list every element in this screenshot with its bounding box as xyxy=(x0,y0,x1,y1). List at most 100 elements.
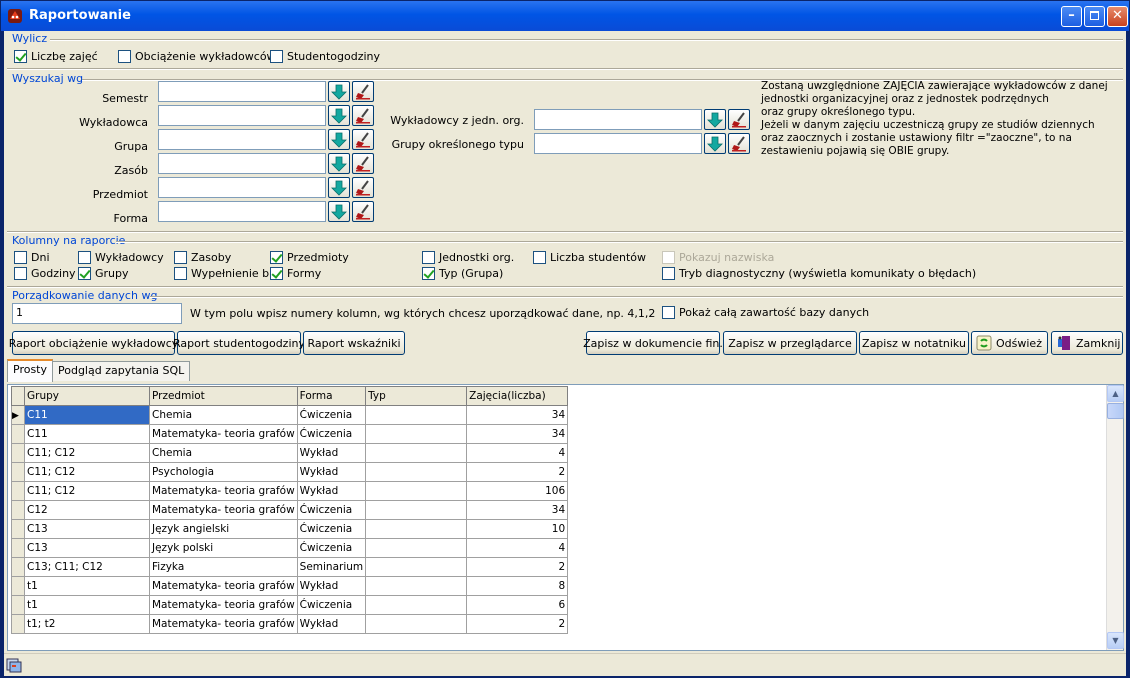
wylicz-option-1[interactable]: Obciążenie wykładowców xyxy=(118,49,276,63)
table-cell[interactable]: Chemia xyxy=(149,405,298,425)
dropdown-button[interactable] xyxy=(704,133,726,154)
table-cell[interactable]: 2 xyxy=(466,614,569,634)
wylicz-option-0[interactable]: Liczbę zajęć xyxy=(14,49,98,63)
dropdown-button[interactable] xyxy=(704,109,726,130)
table-cell[interactable]: C11 xyxy=(24,424,150,444)
table-cell[interactable]: Chemia xyxy=(149,443,298,463)
table-cell[interactable]: Ćwiczenia xyxy=(296,405,367,425)
table-cell[interactable]: C13 xyxy=(24,538,150,558)
table-cell[interactable]: Matematyka- teoria grafów xyxy=(149,481,298,501)
table-cell[interactable]: Ćwiczenia xyxy=(296,500,367,520)
close-button[interactable]: ✕ xyxy=(1107,6,1128,27)
zapisz-dokument-button[interactable]: Zapisz w dokumencie fin. xyxy=(583,331,723,355)
tab-prosty[interactable]: Prosty xyxy=(7,359,54,382)
table-cell[interactable]: Matematyka- teoria grafów xyxy=(149,424,298,444)
raport-wskazniki-button[interactable]: Raport wskaźniki xyxy=(303,331,405,355)
clear-button[interactable] xyxy=(728,133,750,154)
table-cell[interactable] xyxy=(365,614,468,634)
zapisz-przegladarce-button[interactable]: Zapisz w przeglądarce xyxy=(723,331,857,355)
table-cell[interactable]: t1; t2 xyxy=(24,614,150,634)
table-cell[interactable]: C13; C11; C12 xyxy=(24,557,150,577)
table-cell[interactable]: 34 xyxy=(466,500,569,520)
table-cell[interactable]: Wykład xyxy=(296,462,367,482)
filter-input[interactable] xyxy=(158,81,326,102)
table-cell[interactable] xyxy=(365,500,468,520)
table-cell[interactable]: Psychologia xyxy=(149,462,298,482)
table-cell[interactable]: Matematyka- teoria grafów xyxy=(149,614,298,634)
table-cell[interactable] xyxy=(365,595,468,615)
filter-input[interactable] xyxy=(158,153,326,174)
clear-button[interactable] xyxy=(352,177,374,198)
table-cell[interactable]: Wykład xyxy=(296,481,367,501)
table-cell[interactable]: t1 xyxy=(24,576,150,596)
scroll-down-button[interactable]: ▼ xyxy=(1107,632,1124,649)
table-cell[interactable]: Język angielski xyxy=(149,519,298,539)
column-header[interactable]: Typ xyxy=(365,386,468,406)
table-cell[interactable] xyxy=(365,462,468,482)
column-header[interactable]: Grupy xyxy=(24,386,150,406)
kolumny-option-0[interactable]: Dni xyxy=(14,250,50,264)
clear-button[interactable] xyxy=(352,129,374,150)
table-cell[interactable]: 34 xyxy=(466,405,569,425)
sort-order-input[interactable]: 1 xyxy=(12,303,182,324)
table-row[interactable]: C11; C12 Chemia Wykład 4 xyxy=(11,443,569,463)
filter-input[interactable] xyxy=(534,133,702,154)
scroll-thumb[interactable] xyxy=(1107,403,1124,419)
tab-sql-preview[interactable]: Podgląd zapytania SQL xyxy=(52,361,191,381)
kolumny-option-3[interactable]: Grupy xyxy=(78,266,129,280)
table-row[interactable]: C11; C12 Psychologia Wykład 2 xyxy=(11,462,569,482)
clear-button[interactable] xyxy=(352,105,374,126)
table-cell[interactable] xyxy=(365,538,468,558)
title-bar[interactable]: Raportowanie – ✕ xyxy=(1,1,1129,31)
odswiez-button[interactable]: Odśwież xyxy=(971,331,1048,355)
kolumny-option-6[interactable]: Przedmioty xyxy=(270,250,349,264)
table-cell[interactable] xyxy=(365,576,468,596)
table-cell[interactable]: 4 xyxy=(466,538,569,558)
filter-input[interactable] xyxy=(158,129,326,150)
dropdown-button[interactable] xyxy=(328,129,350,150)
filter-input[interactable] xyxy=(158,201,326,222)
raport-studentogodziny-button[interactable]: Raport studentogodziny xyxy=(173,331,305,355)
kolumny-option-4[interactable]: Zasoby xyxy=(174,250,231,264)
kolumny-option-11[interactable]: Pokazuj nazwiska xyxy=(662,250,774,264)
table-row[interactable]: C11; C12 Matematyka- teoria grafów Wykład 1… xyxy=(11,481,569,501)
minimize-button[interactable]: – xyxy=(1061,6,1082,27)
table-row[interactable]: C13; C11; C12 Fizyka Seminarium 2 xyxy=(11,557,569,577)
zamknij-button[interactable]: Zamknij xyxy=(1051,331,1123,355)
table-cell[interactable]: Wykład xyxy=(296,576,367,596)
table-row[interactable]: t1 Matematyka- teoria grafów Wykład 8 xyxy=(11,576,569,596)
table-cell[interactable]: 4 xyxy=(466,443,569,463)
dropdown-button[interactable] xyxy=(328,81,350,102)
zapisz-notatniku-button[interactable]: Zapisz w notatniku xyxy=(859,331,969,355)
table-cell[interactable] xyxy=(365,519,468,539)
table-cell[interactable]: 8 xyxy=(466,576,569,596)
table-cell[interactable]: 10 xyxy=(466,519,569,539)
table-cell[interactable]: Wykład xyxy=(296,614,367,634)
table-cell[interactable]: 34 xyxy=(466,424,569,444)
table-cell[interactable]: C12 xyxy=(24,500,150,520)
table-cell[interactable]: C11; C12 xyxy=(24,462,150,482)
table-cell[interactable]: 2 xyxy=(466,557,569,577)
table-cell[interactable]: C13 xyxy=(24,519,150,539)
table-cell[interactable] xyxy=(365,557,468,577)
table-cell[interactable]: Ćwiczenia xyxy=(296,595,367,615)
scroll-up-button[interactable]: ▲ xyxy=(1107,385,1124,402)
results-grid[interactable]: Grupy Przedmiot Forma Typ Zajęcia(liczba) ▶ C… xyxy=(11,386,569,634)
table-cell[interactable]: 106 xyxy=(466,481,569,501)
clear-button[interactable] xyxy=(352,201,374,222)
kolumny-option-12[interactable]: Tryb diagnostyczny (wyświetla komunikaty… xyxy=(662,266,976,280)
table-cell[interactable] xyxy=(365,443,468,463)
table-cell[interactable]: Matematyka- teoria grafów xyxy=(149,576,298,596)
filter-input[interactable] xyxy=(158,177,326,198)
clear-button[interactable] xyxy=(352,81,374,102)
table-cell[interactable]: Matematyka- teoria grafów xyxy=(149,500,298,520)
table-cell[interactable]: Ćwiczenia xyxy=(296,538,367,558)
kolumny-option-9[interactable]: Typ (Grupa) xyxy=(422,266,503,280)
table-row[interactable]: t1 Matematyka- teoria grafów Ćwiczenia 6 xyxy=(11,595,569,615)
table-cell[interactable]: 6 xyxy=(466,595,569,615)
show-all-checkbox[interactable]: Pokaż całą zawartość bazy danych xyxy=(662,305,869,319)
dropdown-button[interactable] xyxy=(328,177,350,198)
clear-button[interactable] xyxy=(728,109,750,130)
column-header[interactable]: Zajęcia(liczba) xyxy=(466,386,569,406)
table-cell[interactable] xyxy=(365,424,468,444)
